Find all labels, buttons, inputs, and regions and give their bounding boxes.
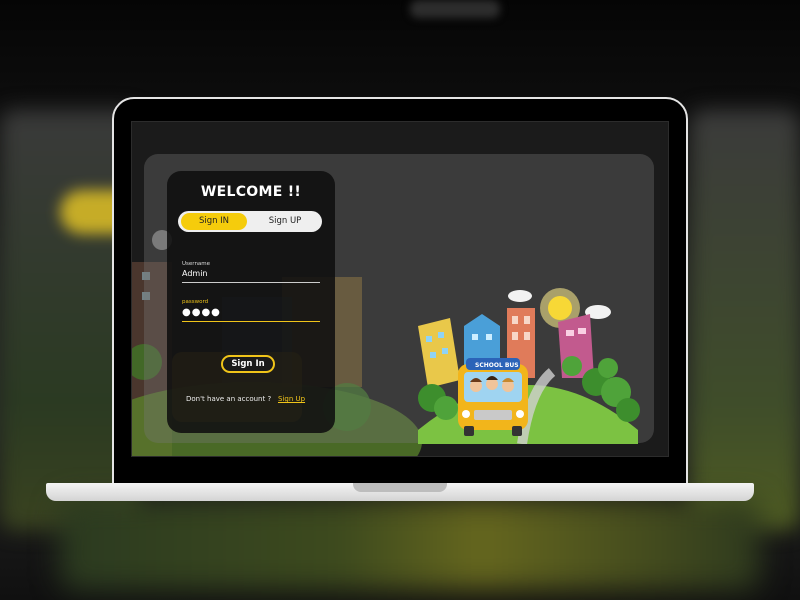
sign-in-button[interactable]: Sign In: [221, 355, 275, 373]
login-card: WELCOME !! Sign IN Sign UP Username Admi…: [167, 171, 335, 433]
sign-up-link[interactable]: Sign Up: [278, 395, 305, 403]
background-blur-shape: [690, 110, 800, 530]
username-field[interactable]: Admin: [182, 269, 208, 278]
school-bus-illustration: SCHOOL BUS: [418, 288, 640, 444]
background-blur-shape: [60, 500, 760, 590]
laptop-trackpad-notch: [353, 483, 447, 492]
password-label: password: [182, 299, 209, 305]
password-underline: [182, 321, 320, 322]
no-account-text: Don't have an account ?: [186, 395, 272, 403]
username-underline: [182, 282, 320, 283]
bus-sign-label: SCHOOL BUS: [475, 362, 519, 369]
background-blur-shape: [410, 0, 500, 18]
password-field[interactable]: ●●●●: [182, 307, 221, 318]
tab-sign-up[interactable]: Sign UP: [251, 213, 319, 230]
welcome-title: WELCOME !!: [200, 184, 302, 200]
auth-tab-switch: Sign IN Sign UP: [178, 211, 322, 232]
tab-sign-in[interactable]: Sign IN: [181, 213, 247, 230]
username-label: Username: [182, 261, 211, 267]
